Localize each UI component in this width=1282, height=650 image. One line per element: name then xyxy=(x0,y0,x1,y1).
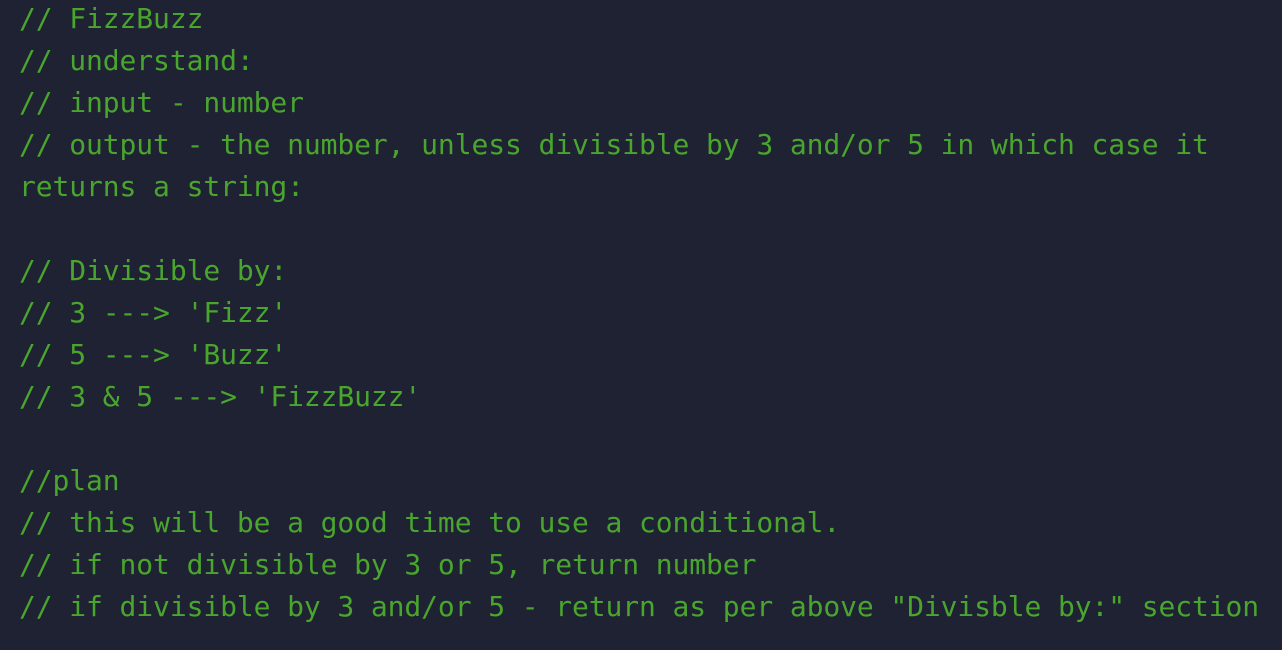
code-line-13[interactable]: // this will be a good time to use a con… xyxy=(19,502,1282,544)
code-line-14[interactable]: // if not divisible by 3 or 5, return nu… xyxy=(19,544,1282,586)
code-line-5[interactable]: returns a string: xyxy=(19,166,1282,208)
code-line-1[interactable]: // FizzBuzz xyxy=(19,0,1282,40)
code-line-12[interactable]: //plan xyxy=(19,460,1282,502)
code-line-2[interactable]: // understand: xyxy=(19,40,1282,82)
code-line-9[interactable]: // 5 ---> 'Buzz' xyxy=(19,334,1282,376)
code-line-8[interactable]: // 3 ---> 'Fizz' xyxy=(19,292,1282,334)
code-line-11-blank[interactable] xyxy=(19,418,1282,460)
code-line-3[interactable]: // input - number xyxy=(19,82,1282,124)
code-line-10[interactable]: // 3 & 5 ---> 'FizzBuzz' xyxy=(19,376,1282,418)
code-line-6-blank[interactable] xyxy=(19,208,1282,250)
code-editor[interactable]: // FizzBuzz // understand: // input - nu… xyxy=(0,0,1282,650)
code-line-15[interactable]: // if divisible by 3 and/or 5 - return a… xyxy=(19,586,1282,628)
code-line-7[interactable]: // Divisible by: xyxy=(19,250,1282,292)
code-line-4[interactable]: // output - the number, unless divisible… xyxy=(19,124,1282,166)
